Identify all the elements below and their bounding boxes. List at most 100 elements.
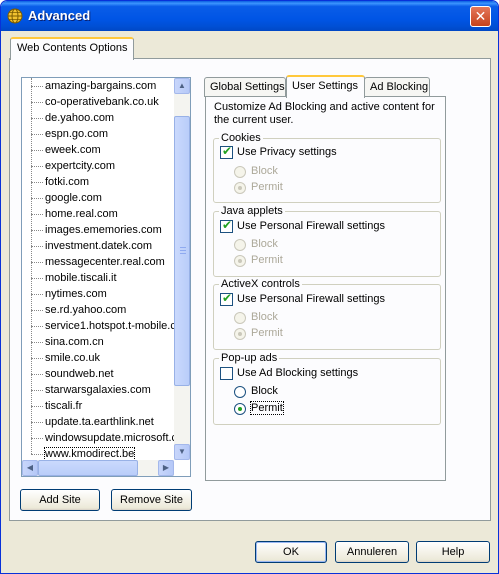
site-list[interactable]: amazing-bargains.com co-operativebank.co.… xyxy=(22,78,174,460)
tab-user-settings[interactable]: User Settings xyxy=(286,75,365,98)
ok-button[interactable]: OK xyxy=(255,541,327,563)
site-label: investment.datek.com xyxy=(45,240,152,252)
tree-connector xyxy=(31,102,43,103)
tree-connector xyxy=(31,230,43,231)
scroll-down-button[interactable]: ▼ xyxy=(174,444,190,460)
close-icon: ✕ xyxy=(474,8,487,24)
tree-connector xyxy=(31,422,43,423)
cookies-permit-radio[interactable] xyxy=(234,182,246,194)
checkbox-label: Use Personal Firewall settings xyxy=(237,220,385,232)
tree-connector xyxy=(31,438,43,439)
list-item[interactable]: windowsupdate.microsoft.com xyxy=(22,430,174,446)
cancel-button[interactable]: Annuleren xyxy=(335,541,409,563)
tree-connector xyxy=(31,118,43,119)
site-label: soundweb.net xyxy=(45,368,114,380)
list-item[interactable]: de.yahoo.com xyxy=(22,110,174,126)
web-contents-panel: amazing-bargains.com co-operativebank.co.… xyxy=(9,58,491,521)
close-button[interactable]: ✕ xyxy=(470,6,491,27)
tree-connector xyxy=(31,358,43,359)
tree-connector xyxy=(31,294,43,295)
tab-ad-blocking[interactable]: Ad Blocking xyxy=(364,77,430,97)
group-title: ActiveX controls xyxy=(219,278,302,290)
tree-connector xyxy=(31,86,43,87)
radio-label: Block xyxy=(251,238,278,250)
list-item[interactable]: eweek.com xyxy=(22,142,174,158)
activex-controls-group: ActiveX controls ✔ Use Personal Firewall… xyxy=(213,278,441,350)
site-label: home.real.com xyxy=(45,208,118,220)
horizontal-scroll-thumb[interactable] xyxy=(38,460,138,476)
scroll-left-button[interactable]: ◀ xyxy=(22,460,38,476)
site-label: www.kmodirect.be xyxy=(43,447,136,460)
use-privacy-settings-checkbox[interactable]: ✔ xyxy=(220,144,233,159)
use-ad-blocking-checkbox[interactable] xyxy=(220,367,233,380)
list-item[interactable]: amazing-bargains.com xyxy=(22,78,174,94)
site-label: nytimes.com xyxy=(45,288,107,300)
intro-text: Customize Ad Blocking and active content… xyxy=(214,101,435,126)
vertical-scroll-thumb[interactable] xyxy=(174,116,190,386)
site-label: amazing-bargains.com xyxy=(45,80,157,92)
site-label: update.ta.earthlink.net xyxy=(45,416,154,428)
group-title: Pop-up ads xyxy=(219,352,280,364)
list-item[interactable]: tiscali.fr xyxy=(22,398,174,414)
list-item[interactable]: www.kmodirect.be xyxy=(22,446,174,460)
advanced-dialog: Advanced ✕ Web Contents Options amazing-… xyxy=(0,0,499,574)
tree-connector xyxy=(31,150,43,151)
list-item[interactable]: service1.hotspot.t-mobile.com xyxy=(22,318,174,334)
scroll-up-button[interactable]: ▲ xyxy=(174,78,190,94)
radio-label: Block xyxy=(251,165,278,177)
checkbox-label: Use Privacy settings xyxy=(237,146,337,158)
list-item[interactable]: se.rd.yahoo.com xyxy=(22,302,174,318)
list-item[interactable]: starwarsgalaxies.com xyxy=(22,382,174,398)
list-item[interactable]: update.ta.earthlink.net xyxy=(22,414,174,430)
tree-connector xyxy=(31,262,43,263)
tree-connector xyxy=(31,246,43,247)
radio-dot xyxy=(238,186,242,190)
site-list-vertical-scrollbar[interactable]: ▲ ▼ xyxy=(174,78,190,460)
activex-use-firewall-checkbox[interactable]: ✔ xyxy=(220,291,233,306)
help-button[interactable]: Help xyxy=(416,541,490,563)
tab-web-contents-options[interactable]: Web Contents Options xyxy=(10,37,134,60)
list-item[interactable]: google.com xyxy=(22,190,174,206)
list-item[interactable]: smile.co.uk xyxy=(22,350,174,366)
site-label: smile.co.uk xyxy=(45,352,101,364)
checkbox-label: Use Ad Blocking settings xyxy=(237,367,359,379)
popup-permit-radio[interactable] xyxy=(234,403,246,415)
activex-block-radio[interactable] xyxy=(234,312,246,324)
tree-connector xyxy=(31,390,43,391)
tree-connector xyxy=(31,374,43,375)
site-list-box[interactable]: amazing-bargains.com co-operativebank.co.… xyxy=(21,77,191,477)
java-permit-radio[interactable] xyxy=(234,255,246,267)
checkbox-label: Use Personal Firewall settings xyxy=(237,293,385,305)
list-item[interactable]: images.ememories.com xyxy=(22,222,174,238)
list-item[interactable]: mobile.tiscali.it xyxy=(22,270,174,286)
list-item[interactable]: co-operativebank.co.uk xyxy=(22,94,174,110)
activex-permit-radio[interactable] xyxy=(234,328,246,340)
list-item[interactable]: sina.com.cn xyxy=(22,334,174,350)
list-item[interactable]: nytimes.com xyxy=(22,286,174,302)
tree-connector xyxy=(31,134,43,135)
list-item[interactable]: fotki.com xyxy=(22,174,174,190)
remove-site-button[interactable]: Remove Site xyxy=(111,489,192,511)
site-label: images.ememories.com xyxy=(45,224,162,236)
list-item[interactable]: espn.go.com xyxy=(22,126,174,142)
popup-block-radio[interactable] xyxy=(234,386,246,398)
tab-global-settings[interactable]: Global Settings xyxy=(204,77,286,97)
list-item[interactable]: messagecenter.real.com xyxy=(22,254,174,270)
java-block-radio[interactable] xyxy=(234,239,246,251)
group-title: Cookies xyxy=(219,132,263,144)
java-use-firewall-checkbox[interactable]: ✔ xyxy=(220,218,233,233)
tree-connector xyxy=(31,198,43,199)
cookies-block-radio[interactable] xyxy=(234,166,246,178)
window-title: Advanced xyxy=(28,8,91,23)
scroll-right-button[interactable]: ▶ xyxy=(158,460,174,476)
checkmark-icon: ✔ xyxy=(222,291,233,305)
list-item[interactable]: soundweb.net xyxy=(22,366,174,382)
list-item[interactable]: investment.datek.com xyxy=(22,238,174,254)
site-label: co-operativebank.co.uk xyxy=(45,96,159,108)
list-item[interactable]: expertcity.com xyxy=(22,158,174,174)
list-item[interactable]: home.real.com xyxy=(22,206,174,222)
site-label: eweek.com xyxy=(45,144,101,156)
title-bar[interactable]: Advanced ✕ xyxy=(1,1,498,31)
add-site-button[interactable]: Add Site xyxy=(20,489,100,511)
site-list-horizontal-scrollbar[interactable]: ◀ ▶ xyxy=(22,460,174,476)
